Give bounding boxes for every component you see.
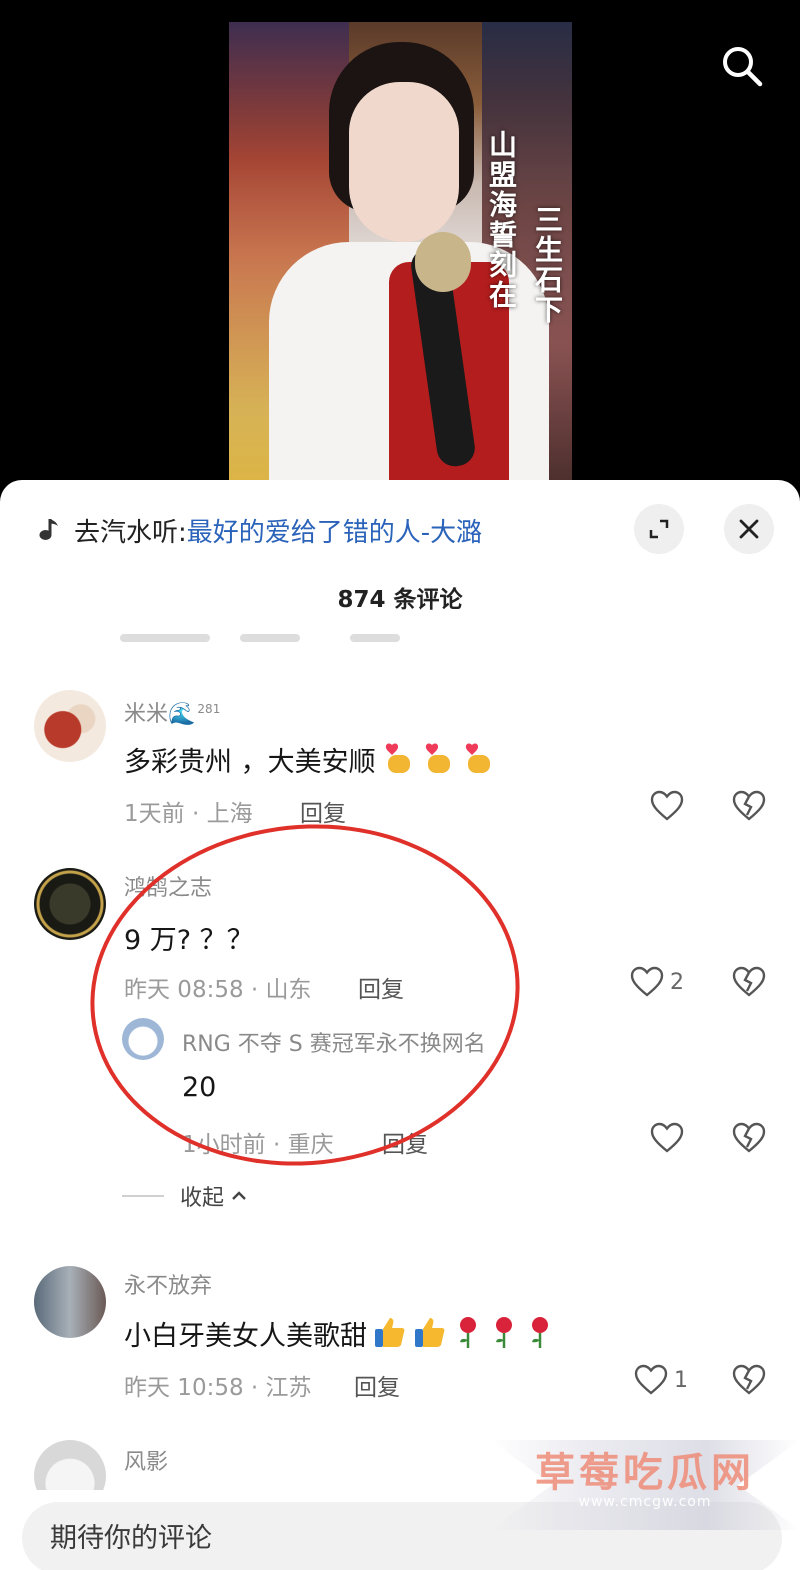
like-count: 1 — [674, 1367, 688, 1393]
video-player[interactable]: 山盟海誓刻在 三生石下 — [0, 0, 800, 500]
heart-outline-icon — [630, 966, 664, 997]
collapse-replies-button[interactable]: 收起 — [122, 1180, 248, 1212]
expand-icon — [649, 519, 669, 539]
comment-text: 多彩贵州 ，大美安顺 — [124, 740, 496, 779]
broken-heart-icon[interactable] — [732, 1122, 766, 1154]
close-button[interactable] — [724, 504, 774, 554]
comment-username[interactable]: 鸿鹄之志 — [124, 870, 212, 902]
reply-button[interactable]: 回复 — [300, 794, 346, 828]
finger-heart-icon — [425, 743, 450, 773]
microphone-head — [415, 232, 471, 292]
rose-icon — [496, 1317, 512, 1348]
comment-input-bar — [0, 1490, 800, 1570]
heart-outline-icon — [634, 1364, 668, 1395]
like-button[interactable]: 2 — [630, 966, 684, 998]
music-note-icon — [39, 519, 58, 540]
comment-time-location: 昨天 08:58 · 山东 — [124, 977, 312, 1003]
search-button[interactable] — [718, 42, 766, 90]
avatar[interactable] — [34, 690, 106, 762]
comment-count: 874 条评论 — [337, 587, 463, 613]
comment-username[interactable]: 风影 — [124, 1444, 168, 1476]
music-prefix: 去汽水听: — [74, 517, 187, 548]
video-caption-1: 山盟海誓刻在 — [485, 130, 518, 310]
like-button[interactable] — [650, 790, 684, 822]
expand-button[interactable] — [634, 504, 684, 554]
rose-icon — [460, 1317, 476, 1348]
thumbs-up-icon — [375, 1318, 405, 1347]
close-icon — [739, 519, 759, 539]
broken-heart-icon[interactable] — [732, 966, 766, 998]
video-thumbnail[interactable] — [229, 22, 572, 482]
like-button[interactable] — [650, 1122, 684, 1154]
comment-time-location: 1天前 · 上海 — [124, 801, 253, 827]
like-button[interactable]: 1 — [634, 1364, 688, 1396]
avatar[interactable] — [34, 868, 106, 940]
comment-text: 9 万? ？？ — [124, 925, 254, 956]
finger-heart-icon — [385, 743, 410, 773]
reply-time-location: 1小时前 · 重庆 — [182, 1132, 334, 1158]
comment-time-location: 昨天 10:58 · 江苏 — [124, 1375, 312, 1401]
broken-heart-icon[interactable] — [732, 1364, 766, 1396]
chevron-up-icon — [232, 1191, 246, 1200]
collapse-label: 收起 — [180, 1186, 225, 1211]
reply-username[interactable]: RNG 不夺 S 赛冠军永不换网名 — [182, 1026, 486, 1058]
video-caption-2: 三生石下 — [531, 205, 564, 325]
scrolled-comment-remnant — [120, 620, 800, 642]
search-icon — [723, 47, 763, 87]
user-badge: 281 — [197, 701, 221, 716]
music-song-title[interactable]: 最好的爱给了错的人-大潞 — [187, 512, 482, 549]
broken-heart-icon[interactable] — [732, 790, 766, 822]
comment-username[interactable]: 永不放弃 — [124, 1268, 212, 1300]
comment-input[interactable] — [50, 1502, 650, 1570]
wave-emoji: 🌊 — [168, 702, 196, 727]
reply-button[interactable]: 回复 — [354, 1368, 400, 1402]
comment-input-container[interactable] — [22, 1502, 782, 1570]
music-link[interactable]: 去汽水听: 最好的爱给了错的人-大潞 — [36, 510, 482, 550]
heart-outline-icon — [650, 1122, 684, 1153]
comment-text-content: 小白牙美女人美歌甜 — [124, 1321, 367, 1352]
collapse-divider — [122, 1195, 164, 1197]
avatar[interactable] — [34, 1266, 106, 1338]
reply-avatar[interactable] — [122, 1018, 164, 1060]
rose-icon — [532, 1317, 548, 1348]
finger-heart-icon — [465, 743, 490, 773]
reply-button[interactable]: 回复 — [382, 1125, 428, 1159]
like-count: 2 — [670, 969, 684, 995]
reply-button[interactable]: 回复 — [358, 970, 404, 1004]
thumbs-up-icon — [415, 1318, 445, 1347]
comment-text-content: 多彩贵州 ，大美安顺 — [124, 747, 376, 778]
reply-text: 20 — [182, 1072, 217, 1103]
singer-face — [349, 82, 459, 242]
comment-sheet: 去汽水听: 最好的爱给了错的人-大潞 874 条评论 米米🌊 281 多彩贵州 ，… — [0, 480, 800, 1570]
username-text: 米米 — [124, 702, 169, 727]
heart-outline-icon — [650, 790, 684, 821]
comment-username[interactable]: 米米🌊 281 — [124, 696, 220, 728]
comment-text: 小白牙美女人美歌甜 — [124, 1314, 555, 1353]
